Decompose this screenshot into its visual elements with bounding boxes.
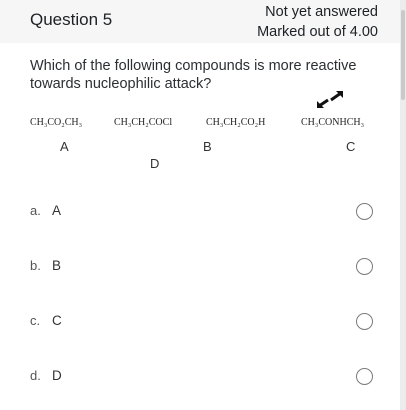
option-text: A (52, 203, 62, 218)
compound-formula-b: CH₃CH₂CO₂H (206, 117, 266, 128)
option-row-c[interactable]: c. C (0, 308, 400, 334)
expand-arrows-icon[interactable] (316, 87, 344, 111)
compound-formula-d: CH₃CH₂COCl (114, 117, 173, 128)
option-row-a[interactable]: a. A (0, 198, 400, 224)
question-info-header: Question 5 Not yet answered Marked out o… (0, 0, 400, 43)
radio-unchecked-icon[interactable] (356, 368, 373, 385)
compound-label-c: C (346, 139, 356, 154)
scrollbar[interactable] (400, 0, 406, 410)
option-letter: c. (30, 313, 41, 328)
option-row-b[interactable]: b. B (0, 253, 400, 279)
option-text: C (52, 313, 62, 328)
option-letter: b. (30, 258, 41, 273)
compound-label-d: D (150, 156, 160, 171)
option-text: B (52, 258, 62, 273)
marks-info: Marked out of 4.00 (257, 24, 378, 40)
compound-label-a: A (60, 139, 69, 154)
radio-unchecked-icon[interactable] (356, 313, 373, 330)
option-letter: d. (30, 368, 41, 383)
answer-status: Not yet answered (265, 4, 378, 20)
scrollbar-thumb[interactable] (401, 10, 405, 100)
compound-formula-c: CH₃CONHCH₃ (301, 117, 365, 128)
option-letter: a. (30, 203, 41, 218)
question-status: Not yet answered Marked out of 4.00 (257, 2, 378, 42)
compound-label-b: B (203, 139, 212, 154)
compound-formula-a: CH₃CO₂CH₃ (30, 117, 83, 128)
radio-unchecked-icon[interactable] (356, 258, 373, 275)
option-text: D (52, 368, 62, 383)
radio-unchecked-icon[interactable] (356, 203, 373, 220)
question-title: Question 5 (30, 10, 113, 29)
option-row-d[interactable]: d. D (0, 363, 400, 389)
